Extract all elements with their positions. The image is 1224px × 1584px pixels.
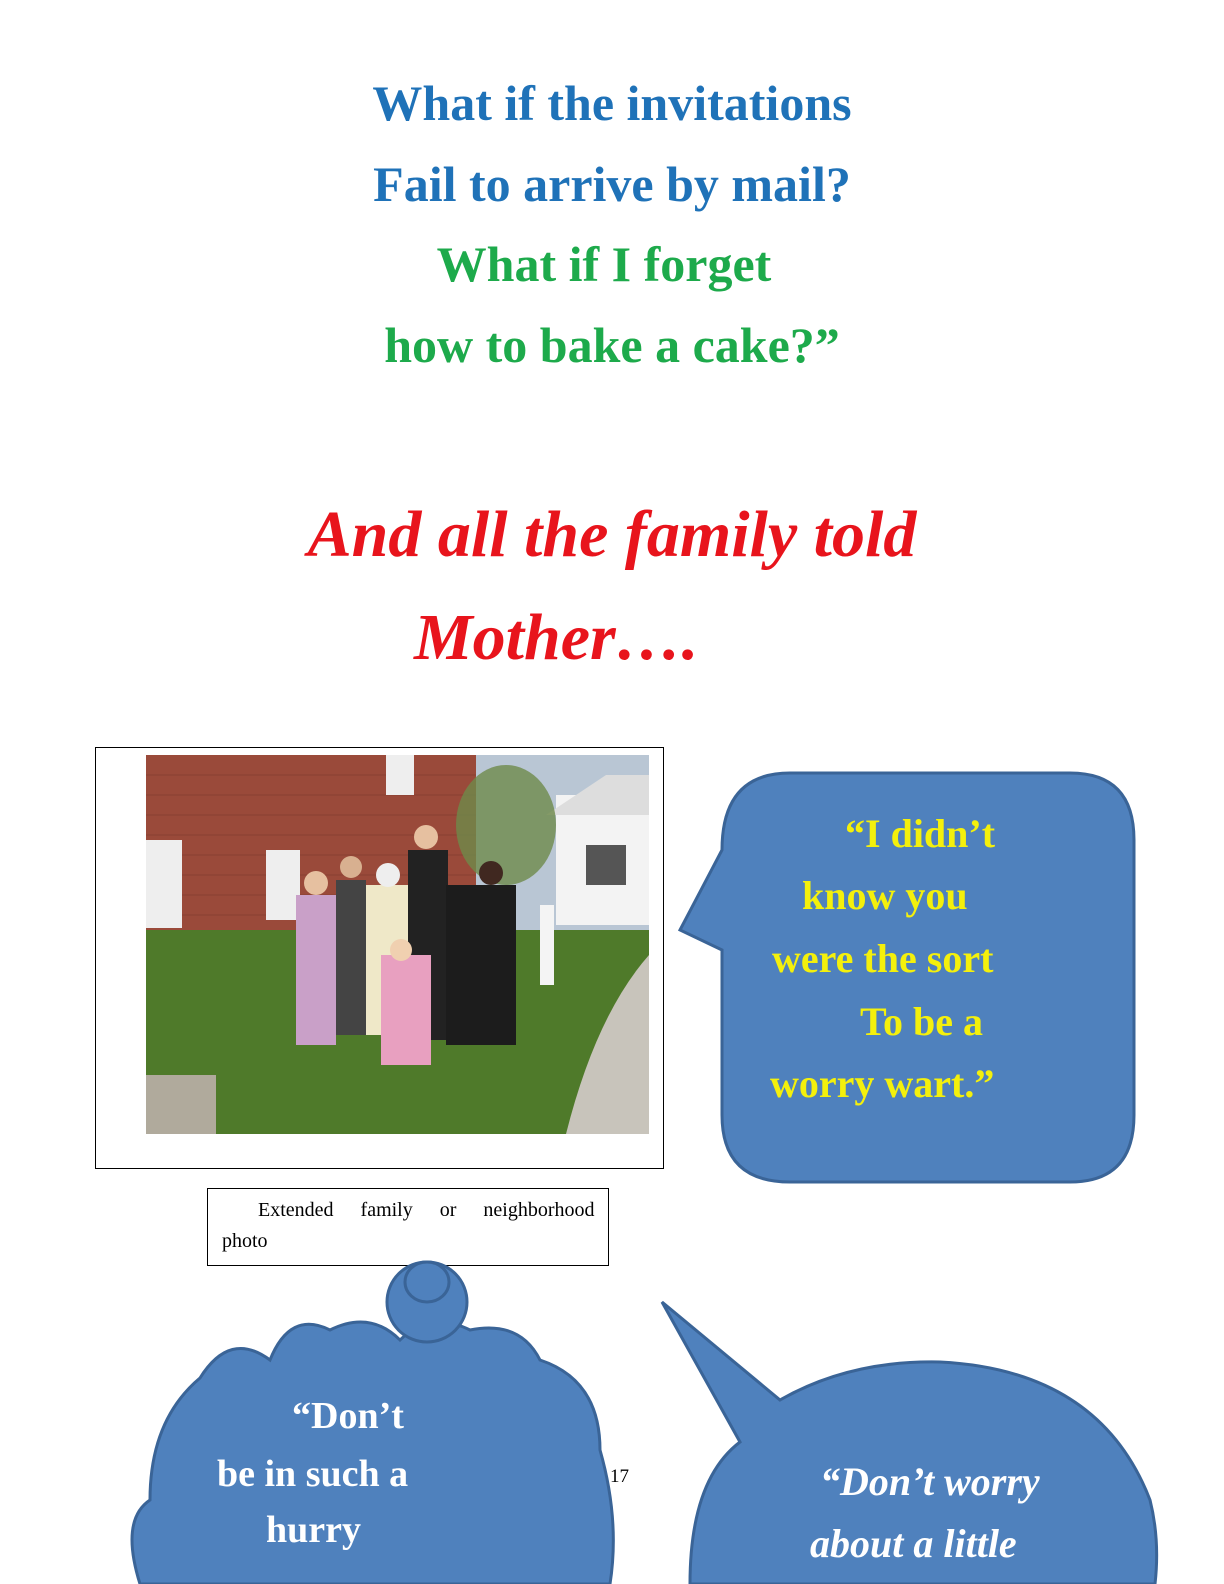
bubble-right-line-1: “I didn’t — [845, 811, 996, 856]
bubble-right-line-5: worry wart.” — [770, 1061, 995, 1106]
cloud-line-1: “Don’t — [292, 1395, 404, 1437]
cloud-line-2: be in such a — [217, 1453, 409, 1495]
bubble-right-line-2: know you — [802, 873, 968, 918]
page-number: 17 — [610, 1466, 629, 1487]
bubble-right-line-3: were the sort — [772, 936, 994, 981]
page: What if the invitations Fail to arrive b… — [0, 0, 1224, 1584]
bottom-bubble-line-1: “Don’t worry — [820, 1459, 1040, 1504]
cloud-line-3: hurry — [266, 1509, 361, 1551]
bubble-right-line-4: To be a — [860, 999, 984, 1044]
bottom-bubble-line-2: about a little — [810, 1521, 1017, 1566]
speech-bubble-shapes — [130, 771, 1159, 1584]
